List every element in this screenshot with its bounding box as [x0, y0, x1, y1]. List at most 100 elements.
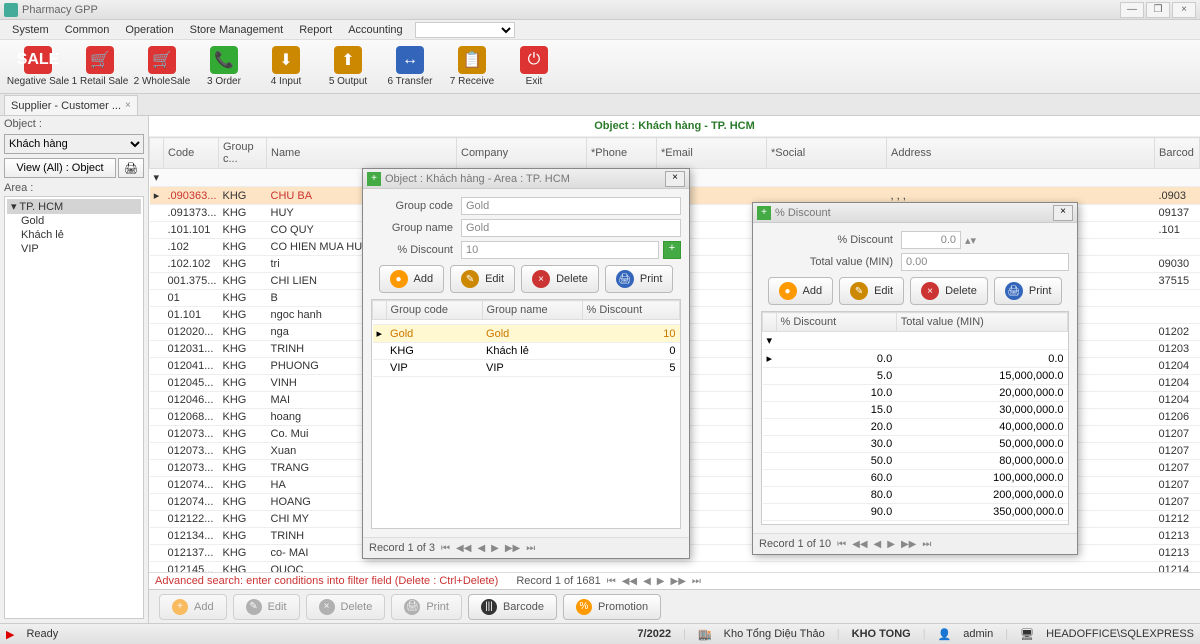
user-icon: 👤	[938, 628, 952, 641]
discount-row[interactable]: 80.0200,000,000.0	[763, 487, 1068, 504]
barcode-button[interactable]: |||Barcode	[468, 594, 557, 620]
discount-row[interactable]: 90.0350,000,000.0	[763, 504, 1068, 521]
tree-node-vip[interactable]: VIP	[7, 242, 141, 256]
group-code-input[interactable]	[461, 197, 681, 215]
col--email[interactable]: *Email	[657, 138, 767, 169]
group-delete-button[interactable]: ×Delete	[521, 265, 599, 293]
discount-delete-button[interactable]: ×Delete	[910, 277, 988, 305]
object-select[interactable]: Khách hàng	[4, 134, 144, 154]
pct-discount-input[interactable]	[901, 231, 961, 249]
group-grid[interactable]: Group codeGroup name% Discount ▸GoldGold…	[371, 299, 681, 529]
close-button[interactable]: ×	[1172, 2, 1196, 18]
col--phone[interactable]: *Phone	[587, 138, 657, 169]
ic-barcode-icon: |||	[481, 599, 497, 615]
status-kho1: Kho Tổng Diệu Thảo	[724, 628, 825, 640]
col-marker[interactable]	[150, 138, 164, 169]
col--social[interactable]: *Social	[767, 138, 887, 169]
tool-exit[interactable]: ⏻Exit	[504, 42, 564, 92]
col-company[interactable]: Company	[457, 138, 587, 169]
total-value-input[interactable]	[901, 253, 1069, 271]
minimize-button[interactable]: —	[1120, 2, 1144, 18]
discount-row[interactable]: 15.030,000,000.0	[763, 402, 1068, 419]
print-button[interactable]: 🖨Print	[391, 594, 462, 620]
bottom-toolbar: +Add✎Edit×Delete🖨Print|||Barcode%Promoti…	[149, 589, 1200, 623]
status-ready: Ready	[26, 628, 58, 640]
group-add-button[interactable]: ●Add	[379, 265, 445, 293]
discount-dialog[interactable]: + % Discount × % Discount▴▾ Total value …	[752, 202, 1078, 555]
discount-row[interactable]: 30.050,000,000.0	[763, 436, 1068, 453]
menu-accounting[interactable]: Accounting	[340, 22, 410, 38]
group-dialog[interactable]: + Object : Khách hàng - Area : TP. HCM ×…	[362, 168, 690, 559]
discount-plus-button[interactable]: +	[663, 241, 681, 259]
group-dialog-close[interactable]: ×	[665, 171, 685, 187]
discount-row[interactable]: ▸0.00.0	[763, 350, 1068, 368]
group-code-label: Group code	[371, 200, 461, 212]
tool--receive[interactable]: 📋7 Receive	[442, 42, 502, 92]
edit-button[interactable]: ✎Edit	[233, 594, 300, 620]
group-print-button[interactable]: 🖨Print	[605, 265, 674, 293]
view-all-button[interactable]: View (All) : Object	[4, 158, 116, 178]
discount-print-button[interactable]: 🖨Print	[994, 277, 1063, 305]
group-name-label: Group name	[371, 222, 461, 234]
menu-operation[interactable]: Operation	[117, 22, 181, 38]
record-navigator[interactable]: Record 1 of 1681 ⏮ ◀◀ ◀ ▶ ▶▶ ⏭	[516, 575, 701, 587]
advanced-search-bar: Advanced search: enter conditions into f…	[149, 572, 1200, 589]
tree-node-kh-ch-l-[interactable]: Khách lẻ	[7, 228, 141, 242]
tool--retail-sale[interactable]: 🛒1 Retail Sale	[70, 42, 130, 92]
discount-dialog-close[interactable]: ×	[1053, 205, 1073, 221]
group-name-input[interactable]	[461, 219, 681, 237]
youtube-icon[interactable]: ▶	[6, 628, 14, 641]
menu-system[interactable]: System	[4, 22, 57, 38]
ic-promo-icon: %	[576, 599, 592, 615]
server-icon: 🖥	[1020, 628, 1034, 641]
menu-store-management[interactable]: Store Management	[182, 22, 292, 38]
col-group-c-[interactable]: Group c...	[219, 138, 267, 169]
col-name[interactable]: Name	[267, 138, 457, 169]
ic-add-icon: +	[172, 599, 188, 615]
tool--order[interactable]: 📞3 Order	[194, 42, 254, 92]
group-row[interactable]: KHGKhách lẻ0	[373, 343, 680, 360]
menu-dropdown[interactable]	[415, 22, 515, 38]
adv-search-text: Advanced search: enter conditions into f…	[155, 575, 498, 587]
group-row[interactable]: VIPVIP5	[373, 360, 680, 377]
titlebar: Pharmacy GPP — ❐ ×	[0, 0, 1200, 20]
discount-input[interactable]	[461, 241, 659, 259]
tool--input[interactable]: ⬇4 Input	[256, 42, 316, 92]
col-code[interactable]: Code	[164, 138, 219, 169]
discount-grid[interactable]: % DiscountTotal value (MIN) ▾ ▸0.00.05.0…	[761, 311, 1069, 525]
discount-row[interactable]: 50.080,000,000.0	[763, 453, 1068, 470]
maximize-button[interactable]: ❐	[1146, 2, 1170, 18]
menu-common[interactable]: Common	[57, 22, 118, 38]
group-edit-button[interactable]: ✎Edit	[450, 265, 515, 293]
tab-supplier-customer[interactable]: Supplier - Customer ... ×	[4, 95, 138, 115]
discount-row[interactable]: 10.020,000,000.0	[763, 385, 1068, 402]
icon-output-icon: ⬆	[334, 46, 362, 74]
table-row[interactable]: 012145...KHGQUOC01214	[150, 562, 1200, 573]
col-barcod[interactable]: Barcod	[1155, 138, 1200, 169]
delete-button[interactable]: ×Delete	[306, 594, 386, 620]
print-icon-button[interactable]: 🖨	[118, 158, 144, 178]
discount-row[interactable]: 5.015,000,000.0	[763, 368, 1068, 385]
col-address[interactable]: Address	[887, 138, 1155, 169]
icon-wholesale-icon: 🛒	[148, 46, 176, 74]
discount-row[interactable]: 60.0100,000,000.0	[763, 470, 1068, 487]
menu-report[interactable]: Report	[291, 22, 340, 38]
add-button[interactable]: +Add	[159, 594, 227, 620]
app-icon	[4, 3, 18, 17]
tab-close-icon[interactable]: ×	[125, 100, 131, 111]
discount-add-button[interactable]: ●Add	[768, 277, 834, 305]
nav-prev-icon: ◀	[643, 576, 651, 587]
area-tree: ▾ TP. HCMGoldKhách lẻVIP	[4, 196, 144, 619]
status-server: HEADOFFICE\SQLEXPRESS	[1046, 628, 1194, 640]
tool-negative-sale[interactable]: SALENegative Sale	[8, 42, 68, 92]
discount-edit-button[interactable]: ✎Edit	[839, 277, 904, 305]
tool--output[interactable]: ⬆5 Output	[318, 42, 378, 92]
tree-node-gold[interactable]: Gold	[7, 214, 141, 228]
tree-node-tp-hcm[interactable]: ▾ TP. HCM	[7, 199, 141, 214]
group-row[interactable]: ▸GoldGold10	[373, 325, 680, 343]
discount-row[interactable]: 20.040,000,000.0	[763, 419, 1068, 436]
tool--wholesale[interactable]: 🛒2 WholeSale	[132, 42, 192, 92]
discount-label: % Discount	[371, 244, 461, 256]
promotion-button[interactable]: %Promotion	[563, 594, 661, 620]
tool--transfer[interactable]: ↔6 Transfer	[380, 42, 440, 92]
